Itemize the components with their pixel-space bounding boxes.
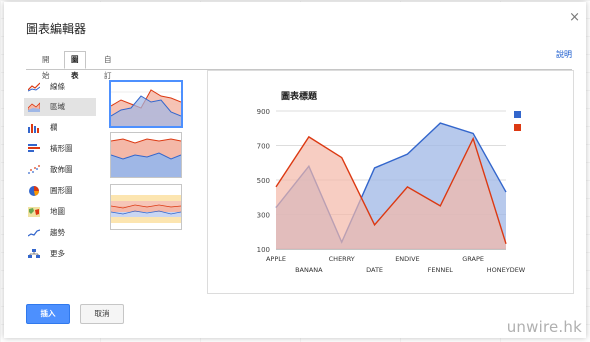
chart-type-label: 線條 xyxy=(50,82,65,91)
x-tick-label: ENDIVE xyxy=(395,255,419,263)
x-tick-label: APPLE xyxy=(266,255,286,263)
cancel-button[interactable]: 取消 xyxy=(80,304,124,324)
chart-type-label: 散佈圖 xyxy=(50,165,73,174)
chart-preview: 圖表標題 100 300 500 700 900 APPLE BANANA CHERRY DAT… xyxy=(207,70,574,294)
chart-type-label: 更多 xyxy=(50,249,65,258)
chart-type-label: 地圖 xyxy=(50,207,65,216)
close-icon[interactable]: × xyxy=(569,10,580,25)
chart-type-label: 圓形圖 xyxy=(50,186,73,195)
bar-chart-icon xyxy=(28,144,40,152)
percent-area-thumbnail xyxy=(110,195,182,223)
chart-type-area[interactable]: 區域 xyxy=(24,98,96,116)
tab-charts[interactable]: 圖表 xyxy=(64,51,86,80)
legend-swatch xyxy=(514,111,521,118)
overlapping-area-thumbnail xyxy=(110,89,182,126)
area-chart: 100 300 500 700 900 APPLE BANANA CHERRY DATE ENDI… xyxy=(257,108,526,274)
chart-type-map[interactable]: 地圖 xyxy=(24,203,96,221)
variant-percent-area[interactable] xyxy=(110,184,182,230)
chart-type-column[interactable]: 欄 xyxy=(24,119,96,137)
legend-swatch xyxy=(514,124,521,131)
chart-type-label: 欄 xyxy=(50,123,58,132)
chart-type-label: 橫形圖 xyxy=(50,144,73,153)
x-tick-label: CHERRY xyxy=(329,255,355,263)
chart-type-more[interactable]: 更多 xyxy=(24,245,96,263)
variant-overlapping-area[interactable] xyxy=(109,80,183,128)
y-tick-label: 500 xyxy=(257,177,270,185)
variant-stacked-area[interactable] xyxy=(110,132,182,178)
chart-editor-dialog: 圖表編輯器 × 說明 開始 圖表 自訂 線條 區域 欄 橫形圖 散佈圖 圓形圖 … xyxy=(4,2,586,338)
pie-chart-icon xyxy=(29,186,39,196)
x-tick-label: HONEYDEW xyxy=(487,266,526,274)
map-chart-icon xyxy=(28,207,40,217)
chart-type-scatter[interactable]: 散佈圖 xyxy=(24,161,96,179)
more-charts-icon xyxy=(28,249,40,258)
stacked-area-thumbnail xyxy=(110,138,182,177)
x-tick-label: BANANA xyxy=(295,266,323,274)
chart-type-trend[interactable]: 趨勢 xyxy=(24,224,96,242)
watermark: unwire.hk xyxy=(506,318,582,336)
scatter-chart-icon xyxy=(28,165,40,174)
area-chart-icon xyxy=(28,102,40,112)
y-tick-label: 100 xyxy=(257,246,270,254)
tab-customize[interactable]: 自訂 xyxy=(98,52,118,80)
y-tick-label: 300 xyxy=(257,212,270,220)
x-tick-label: GRAPE xyxy=(462,255,484,263)
line-chart-icon xyxy=(28,82,40,92)
insert-button[interactable]: 插入 xyxy=(26,304,70,324)
chart-type-label: 趨勢 xyxy=(50,228,65,237)
tab-start[interactable]: 開始 xyxy=(36,52,56,80)
dialog-title: 圖表編輯器 xyxy=(26,22,87,36)
column-chart-icon xyxy=(28,124,39,133)
trend-chart-icon xyxy=(28,229,40,237)
chart-type-label: 區域 xyxy=(50,102,65,111)
x-tick-label: FENNEL xyxy=(428,266,454,274)
chart-type-bar[interactable]: 橫形圖 xyxy=(24,140,96,158)
help-link[interactable]: 說明 xyxy=(556,49,572,60)
chart-type-line[interactable]: 線條 xyxy=(24,78,96,96)
x-tick-label: DATE xyxy=(366,266,383,274)
chart-type-pie[interactable]: 圓形圖 xyxy=(24,182,96,200)
y-tick-label: 700 xyxy=(257,143,270,151)
y-tick-label: 900 xyxy=(257,108,270,116)
